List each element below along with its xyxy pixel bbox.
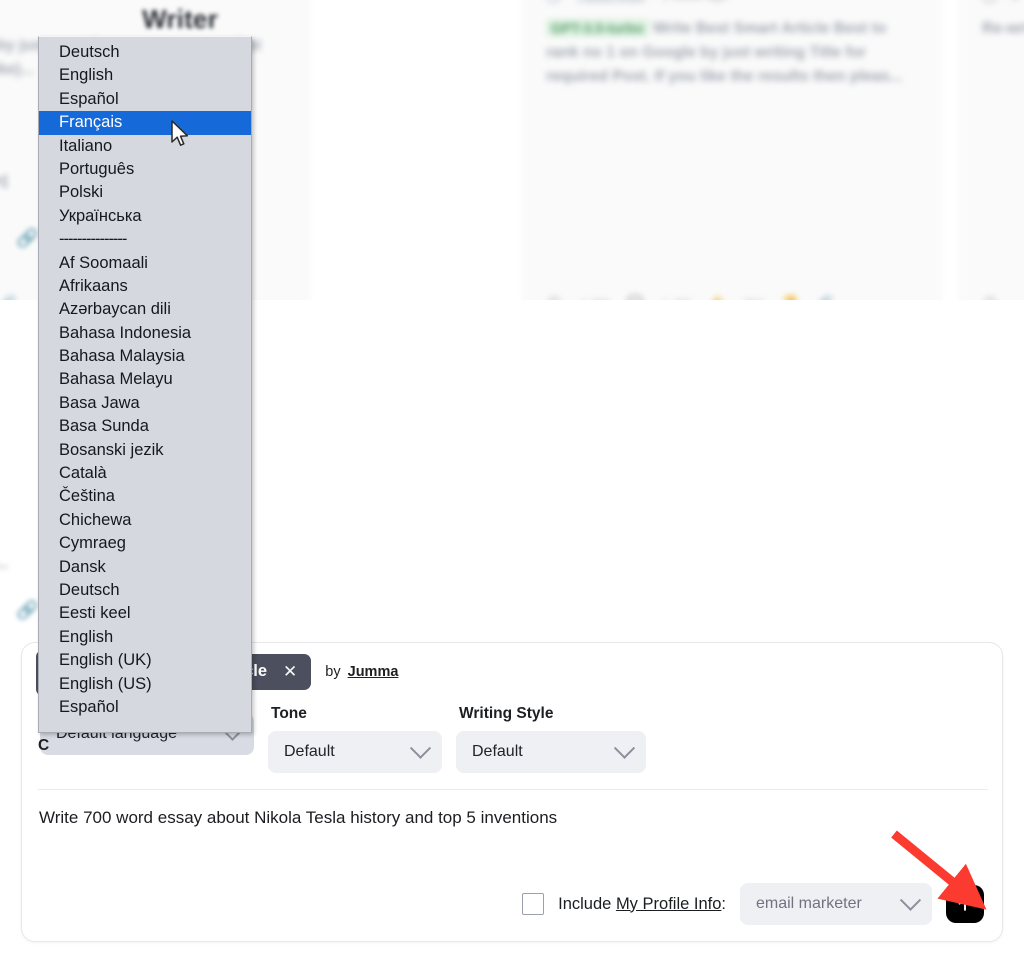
divider <box>38 789 988 790</box>
language-option[interactable]: Español <box>39 88 251 111</box>
profile-select[interactable]: email marketer <box>740 883 932 925</box>
background-prompt-card: Copywriting / Writing · a Re-write You c… <box>959 0 1024 300</box>
chevron-down-icon <box>613 737 636 759</box>
hidden-field-label: C <box>38 737 50 754</box>
page-title: Writer <box>142 4 218 34</box>
language-option[interactable]: Dansk <box>39 556 251 579</box>
screen-root: a · 2 months ago SEO optimized article b… <box>0 0 1024 955</box>
close-icon[interactable]: ✕ <box>283 663 297 680</box>
writing-style-select-value: Default <box>472 743 523 760</box>
comments-stat: 1.4M <box>662 296 691 301</box>
language-option[interactable]: Cymraeg <box>39 532 251 555</box>
card-body: GPT-3.5-turbo Write Best Smart Article B… <box>546 17 918 89</box>
language-option[interactable]: Deutsch <box>39 41 251 64</box>
include-profile-label: Include My Profile Info: <box>558 894 726 913</box>
writing-style-field-label: Writing Style <box>459 705 554 722</box>
arrow-up-icon <box>958 897 972 911</box>
language-option[interactable]: Chichewa <box>39 509 251 532</box>
card-meta: · a <box>982 0 1024 3</box>
background-prompt-card: Copywriting / Writing · Faisal Arain · 1… <box>523 0 941 300</box>
tone-field-label: Tone <box>271 705 307 722</box>
card-stats: 👁 1.9M 💬 1.4M 👍 364 👎 🔗 <box>546 295 833 300</box>
language-option[interactable]: Italiano <box>39 135 251 158</box>
language-option[interactable]: Català <box>39 462 251 485</box>
language-option[interactable]: Bahasa Indonesia <box>39 322 251 345</box>
language-option[interactable]: Eesti keel <box>39 602 251 625</box>
model-badge: GPT-3.5-turbo <box>546 19 649 37</box>
language-option[interactable]: Af Soomaali <box>39 252 251 275</box>
language-option[interactable]: Français <box>39 111 251 135</box>
profile-select-value: email marketer <box>756 895 862 912</box>
language-option[interactable]: Bosanski jezik <box>39 439 251 462</box>
language-option[interactable]: English <box>39 64 251 87</box>
card-stats: 👁 <box>982 295 999 300</box>
language-option[interactable]: English <box>39 626 251 649</box>
include-profile-checkbox[interactable] <box>522 893 545 915</box>
tone-field-wrap: Tone Default <box>268 705 442 773</box>
chevron-down-icon <box>899 889 922 911</box>
language-option[interactable]: English (US) <box>39 673 251 696</box>
menu-separator: --------------- <box>59 230 127 249</box>
dislike-icon: 👎 <box>782 295 798 300</box>
language-select-popup[interactable]: Deutsch English Español Français Italiano Por… <box>38 36 252 733</box>
avatar-icon <box>546 0 561 3</box>
language-option[interactable]: Čeština <box>39 485 251 508</box>
chevron-down-icon <box>409 737 432 759</box>
language-option[interactable]: English (UK) <box>39 649 251 672</box>
tone-select[interactable]: Default <box>268 731 442 773</box>
eye-icon: 👁 <box>982 295 999 300</box>
byline-prefix: by <box>325 664 341 680</box>
link-icon: 🔗 <box>0 295 16 300</box>
language-option[interactable]: Azərbaycan dili <box>39 298 251 321</box>
language-option[interactable]: Deutsch <box>39 579 251 602</box>
card-time: 1 week ago <box>662 0 729 3</box>
byline-author-link[interactable]: Jumma <box>348 664 399 680</box>
language-option[interactable]: Bahasa Malaysia <box>39 345 251 368</box>
card-author: Faisal Arain <box>577 0 645 3</box>
likes-stat: 364 <box>743 296 765 301</box>
likes-icon: 👍 <box>709 295 725 300</box>
link-icon: 🔗 <box>817 295 833 300</box>
language-option[interactable]: Português <box>39 158 251 181</box>
byline: by Jumma <box>325 664 398 680</box>
comment-icon: 💬 <box>627 295 643 300</box>
card-stats: 437.4K 👍 768 👎 🔗 <box>0 295 16 300</box>
views-stat: 1.9M <box>581 296 610 301</box>
language-option[interactable]: Українська <box>39 205 251 228</box>
language-option[interactable]: Español <box>39 696 251 719</box>
language-option[interactable]: Basa Sunda <box>39 415 251 438</box>
writing-style-select[interactable]: Default <box>456 731 646 773</box>
composer-actions: Include My Profile Info: email marketer <box>522 883 984 925</box>
card-meta: · Faisal Arain · 1 week ago <box>546 0 918 3</box>
card-body: Re-write You can score... <box>982 20 1024 37</box>
link-icon: 🔗 <box>16 600 39 620</box>
language-option[interactable]: Polski <box>39 181 251 204</box>
prompt-input[interactable]: Write 700 word essay about Nikola Tesla … <box>39 808 557 828</box>
send-button[interactable] <box>946 885 984 923</box>
my-profile-info-link[interactable]: My Profile Info <box>616 895 721 913</box>
writing-style-field-wrap: Writing Style Default <box>456 705 646 773</box>
eye-icon: 👁 <box>546 295 563 300</box>
tone-select-value: Default <box>284 743 335 760</box>
language-option[interactable]: Bahasa Melayu <box>39 368 251 391</box>
background-text-fragment: g... <box>0 555 9 571</box>
link-icon: 🔗 <box>16 228 39 248</box>
language-option[interactable]: Basa Jawa <box>39 392 251 415</box>
language-option[interactable]: Afrikaans <box>39 275 251 298</box>
avatar-icon <box>982 0 997 3</box>
